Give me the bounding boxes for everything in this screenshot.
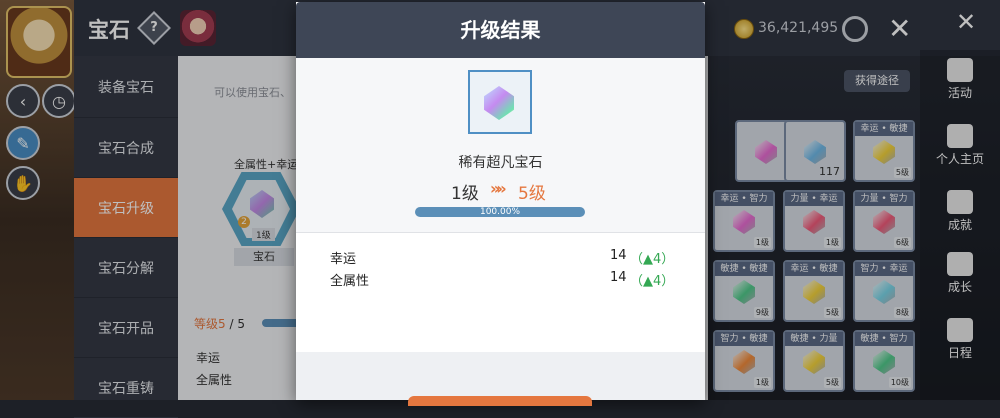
increase-arrow: （▲4） — [630, 274, 675, 289]
stat-row-luck: 幸运 14 （▲4） — [330, 248, 675, 267]
stat-row-all: 全属性 14 （▲4） — [330, 270, 675, 289]
result-gem-name: 稀有超凡宝石 — [458, 155, 543, 171]
modal-footer — [296, 352, 705, 406]
upgrade-result-modal: 升级结果 稀有超凡宝石 1级 »» 5级 100.00% 幸运 14 （▲4） … — [296, 2, 705, 406]
increase-arrow: （▲4） — [630, 252, 675, 267]
level-to: 5级 — [518, 184, 546, 204]
level-from: 1级 — [451, 184, 479, 204]
confirm-button[interactable] — [408, 396, 592, 406]
stat-changes: 幸运 14 （▲4） 全属性 14 （▲4） — [296, 234, 705, 352]
modal-title: 升级结果 — [296, 2, 705, 58]
upgrade-progress-label: 100.00% — [479, 207, 521, 217]
double-chevron-right-icon: »» — [490, 179, 507, 198]
